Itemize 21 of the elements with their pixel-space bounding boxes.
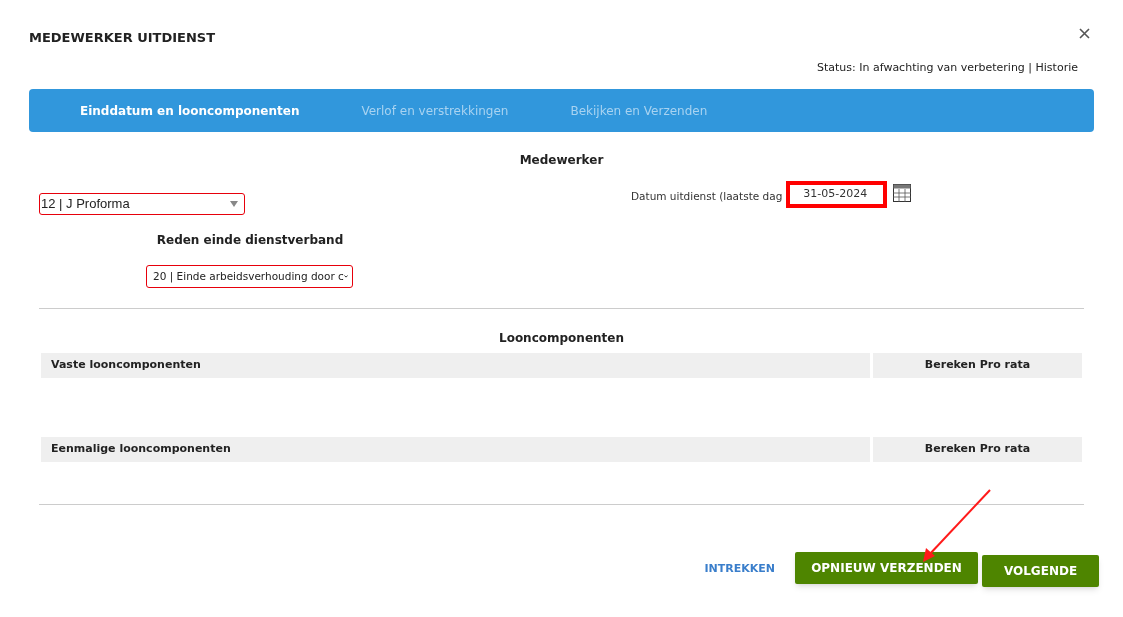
section-heading: Reden einde dienstverband [156,232,344,249]
employee-select[interactable]: 12 | J Proforma [39,193,245,215]
close-icon[interactable] [1079,28,1090,39]
table-header: Eenmalige looncomponenten [41,437,870,462]
chevron-down-icon [343,273,348,280]
status-text: Status: In afwachting van verbetering | Historie [817,59,1078,76]
date-field[interactable]: 31-05-2024 [786,181,888,208]
caret-icon [230,201,238,207]
withdraw-link[interactable]: INTREKKEN [704,561,775,578]
section-heading: Looncomponenten [499,330,624,347]
table-header: Bereken Pro rata [873,437,1082,462]
wizard-tab[interactable]: Einddatum en looncomponenten [80,101,300,120]
next-button[interactable]: VOLGENDE [982,554,1099,587]
section-heading: Medewerker [519,152,604,169]
calendar-icon[interactable] [893,184,912,202]
table-header: Bereken Pro rata [873,353,1082,378]
resend-button[interactable]: OPNIEUW VERZENDEN [795,552,978,584]
field-label: Datum uitdienst (laatste dag [631,189,783,204]
reason-select[interactable]: 20 | Einde arbeidsverhouding door c [146,265,353,288]
dialog-title: MEDEWERKER UITDIENST [29,29,216,47]
table-header: Vaste looncomponenten [41,353,870,378]
